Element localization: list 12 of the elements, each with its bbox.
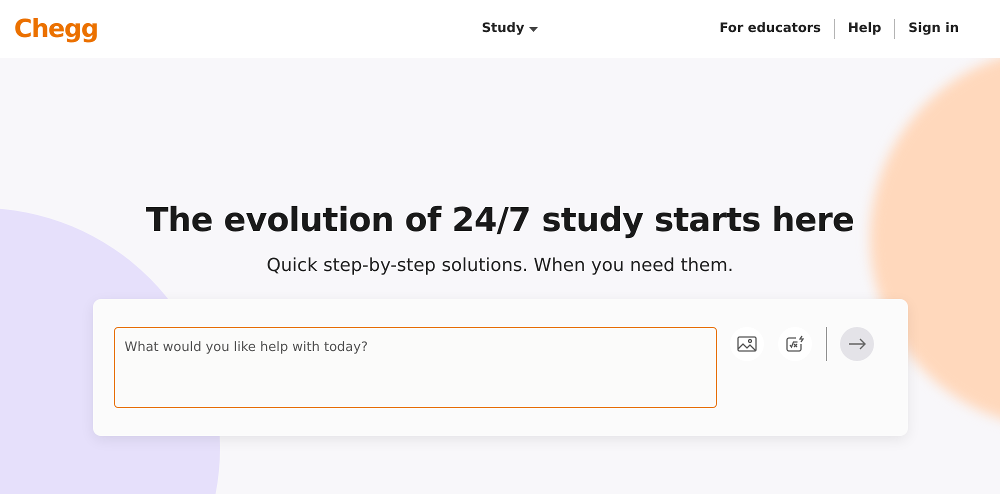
square-root-icon xyxy=(784,335,804,353)
image-icon xyxy=(736,336,756,352)
header-link[interactable]: Sign in xyxy=(908,19,959,39)
hero-subtitle: Quick step-by-step solutions. When you need them. xyxy=(266,254,734,278)
image-upload-button[interactable] xyxy=(730,327,764,361)
header-link[interactable]: For educators xyxy=(720,19,821,39)
hero-title: The evolution of 24/7 study starts here xyxy=(146,199,854,241)
math-input-button[interactable] xyxy=(778,327,812,361)
header-link[interactable]: Help xyxy=(848,19,882,39)
question-field[interactable]: What would you like help with today? xyxy=(114,327,716,408)
arrow-right-icon xyxy=(848,338,866,350)
nav-menu-button[interactable]: Study xyxy=(482,19,538,39)
